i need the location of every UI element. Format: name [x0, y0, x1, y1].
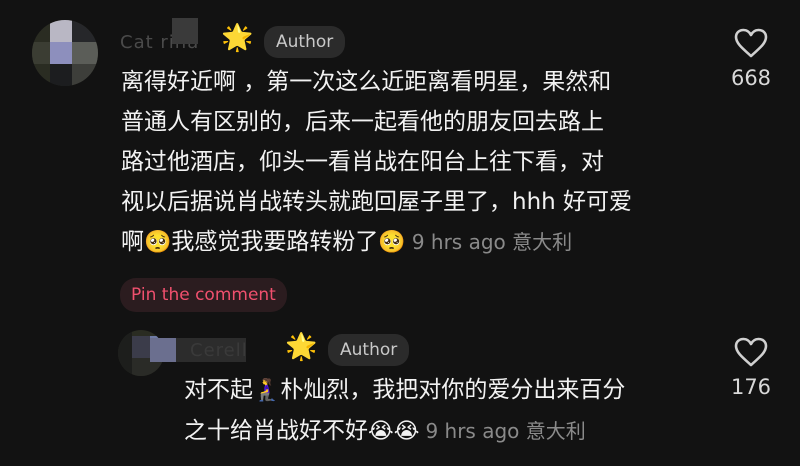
comment-text-part: 之十给肖战好不好: [184, 418, 368, 444]
comment-meta: 9 hrs ago 意大利: [425, 419, 586, 443]
crying-face-icon: 😭: [393, 419, 420, 444]
heart-icon: [734, 28, 768, 58]
star-icon: 🌟: [221, 23, 254, 53]
like-button[interactable]: 668: [716, 28, 786, 90]
heart-icon: [734, 337, 768, 367]
comment-line: 啊🥺我感觉我要路转粉了🥺 9 hrs ago 意大利: [121, 222, 632, 263]
pin-comment-button[interactable]: Pin the comment: [120, 278, 287, 312]
comment-text-part: 朴灿烈，我把对你的爱分出来百分: [280, 377, 626, 403]
like-button[interactable]: 176: [716, 337, 786, 399]
comment-meta: 9 hrs ago 意大利: [411, 230, 573, 254]
crying-face-icon: 😭: [368, 419, 394, 444]
comment-text-part: 啊: [121, 229, 144, 255]
username-mosaic: [150, 338, 176, 362]
comment-text: 对不起🧎‍♀️朴灿烈，我把对你的爱分出来百分 之十给肖战好不好😭😭 9 hrs a…: [184, 370, 625, 452]
username-mosaic: [172, 18, 198, 44]
like-count: 176: [730, 375, 772, 399]
comment-line: 对不起🧎‍♀️朴灿烈，我把对你的爱分出来百分: [184, 370, 625, 411]
username[interactable]: Cerell: [190, 340, 248, 361]
shy-face-icon: 🥺: [378, 230, 406, 255]
avatar[interactable]: [32, 20, 98, 86]
author-badge: Author: [328, 334, 410, 366]
person-kneeling-icon: 🧎‍♀️: [253, 378, 281, 403]
comment-text: 离得好近啊 ，第一次这么近距离看明星，果然和 普通人有区别的，后来一起看他的朋友…: [121, 62, 632, 263]
shy-face-icon: 🥺: [144, 230, 172, 255]
comment-text-part: 对不起: [184, 377, 253, 403]
comment-line: 离得好近啊 ，第一次这么近距离看明星，果然和: [121, 69, 612, 95]
author-badge: Author: [264, 26, 346, 58]
comment-line: 之十给肖战好不好😭😭 9 hrs ago 意大利: [184, 411, 625, 452]
comment-line: 普通人有区别的，后来一起看他的朋友回去路上: [121, 109, 604, 135]
like-count: 668: [730, 66, 772, 90]
comment-line: 路过他酒店，仰头一看肖战在阳台上往下看，对: [121, 149, 604, 175]
star-icon: 🌟: [285, 332, 318, 362]
comment-line: 视以后据说肖战转头就跑回屋子里了，hhh 好可爱: [121, 189, 633, 215]
comment-text-part: 我感觉我要路转粉了: [171, 229, 379, 255]
